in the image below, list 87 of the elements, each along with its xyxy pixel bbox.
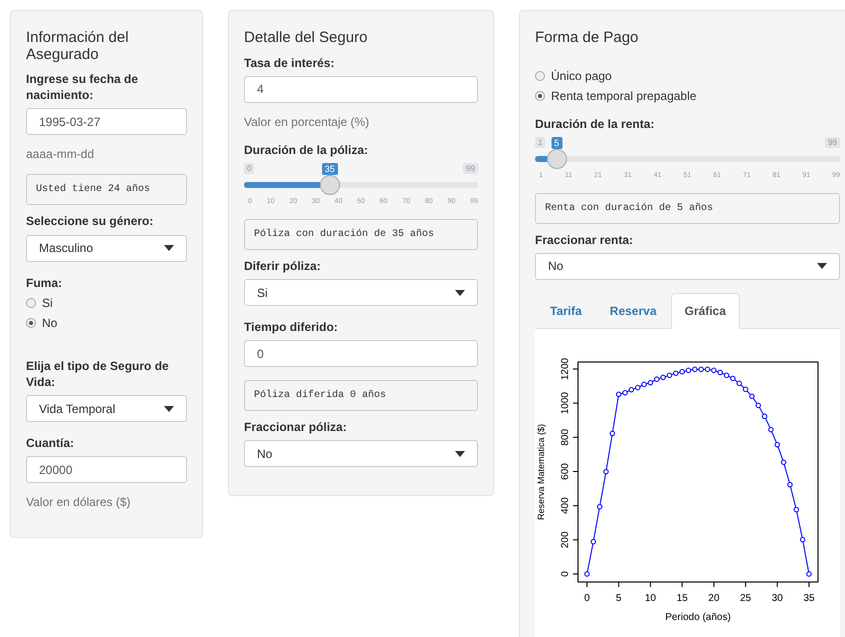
field-label: Fraccionar póliza: [244,419,348,436]
panel-title: Forma de Pago [535,30,640,46]
output-text: Usted tiene 24 años [26,174,187,206]
input-field[interactable]: 1995-03-27 [26,108,187,136]
input-field[interactable]: 20000 [26,456,187,484]
field-label: Seleccione su género: [26,213,154,230]
input-field[interactable]: 4 [244,76,478,103]
field-label: Tiempo diferido: [244,319,339,336]
field-label: Duración de la póliza: [244,142,370,158]
data-point [806,571,812,577]
panel-title: Detalle del Seguro [244,30,368,46]
x-tick-label: 25 [740,592,752,604]
data-point [590,538,596,544]
panel-title: Información del Asegurado [26,30,130,63]
x-tick-label: 35 [803,592,815,604]
caret-icon [164,406,174,412]
dropdown[interactable]: Vida Temporal [26,395,187,422]
field-label: Ingrese su fecha de nacimiento: [26,71,140,104]
slider-thumb[interactable] [546,148,567,169]
slider-min-label: 1 [535,136,546,148]
caret-icon [455,450,465,457]
data-point [603,468,609,474]
field-label: Cuantía: [26,435,75,452]
x-tick-label: 10 [644,592,656,604]
radio-button[interactable] [535,70,545,80]
caret-icon [164,245,174,252]
dropdown[interactable]: Masculino [26,234,187,262]
x-axis-title: Periodo (años) [665,612,731,623]
caret-icon [455,290,465,296]
radio-label: No [42,316,58,330]
data-point [768,426,774,432]
y-tick-label: 600 [560,463,571,480]
x-tick-label: 20 [708,592,720,604]
data-point [774,442,780,448]
help-text: aaaa-mm-dd [26,147,96,162]
data-point [762,414,768,419]
y-tick-label: 200 [560,531,571,548]
x-tick-label: 30 [772,592,783,604]
radio-label: Si [42,296,53,310]
field-label: Duración de la renta: [535,116,656,132]
data-point [787,482,793,488]
slider-max-label: 99 [825,136,840,148]
output-text: Póliza diferida 0 años [244,380,478,412]
y-tick-label: 1200 [560,358,571,380]
data-point [756,402,761,408]
caret-icon [817,263,827,270]
data-point [794,506,800,512]
data-point [800,536,806,542]
output-text: Renta con duración de 5 años [535,192,840,224]
slider-max-label: 99 [463,162,478,174]
field-label: Diferir póliza: [244,258,322,274]
y-axis-title: Reserva Matematica ($) [536,424,546,520]
help-text: Valor en dólares ($) [26,495,132,510]
slider-value-label: 5 [551,136,562,149]
dropdown[interactable]: No [244,440,478,468]
x-tick-label: 0 [584,592,590,604]
tab[interactable]: Tarifa [536,292,596,329]
data-point [780,459,786,465]
data-point [596,504,602,510]
field-label: Elija el tipo de Seguro de Vida: [26,358,170,390]
slider-min-label: 0 [244,162,254,174]
y-tick-label: 400 [560,497,571,514]
x-tick-label: 5 [616,592,622,604]
field-label: Fuma: [26,274,63,291]
radio-label: Renta temporal prepagable [551,88,696,102]
radio-label: Único pago [551,68,612,82]
dropdown[interactable]: No [535,252,840,280]
help-text: Valor en porcentaje (%) [244,114,370,129]
output-text: Póliza con duración de 35 años [244,218,478,250]
tab[interactable]: Reserva [596,292,671,329]
y-tick-label: 0 [560,571,571,577]
x-tick-label: 15 [676,592,688,604]
tab[interactable]: Gráfica [670,292,740,329]
field-label: Fraccionar renta: [535,232,634,248]
radio-button[interactable] [535,90,545,100]
data-point [584,571,590,577]
input-field[interactable]: 0 [244,340,478,368]
field-label: Tasa de interés: [244,54,336,71]
y-tick-label: 1000 [560,392,571,414]
slider-thumb[interactable] [320,174,340,195]
y-tick-label: 800 [560,428,571,446]
slider-value-label: 35 [322,162,338,175]
dropdown[interactable]: Si [244,279,478,306]
radio-button[interactable] [26,318,36,328]
data-point [610,430,616,436]
radio-button[interactable] [26,298,36,308]
data-point [749,394,755,399]
